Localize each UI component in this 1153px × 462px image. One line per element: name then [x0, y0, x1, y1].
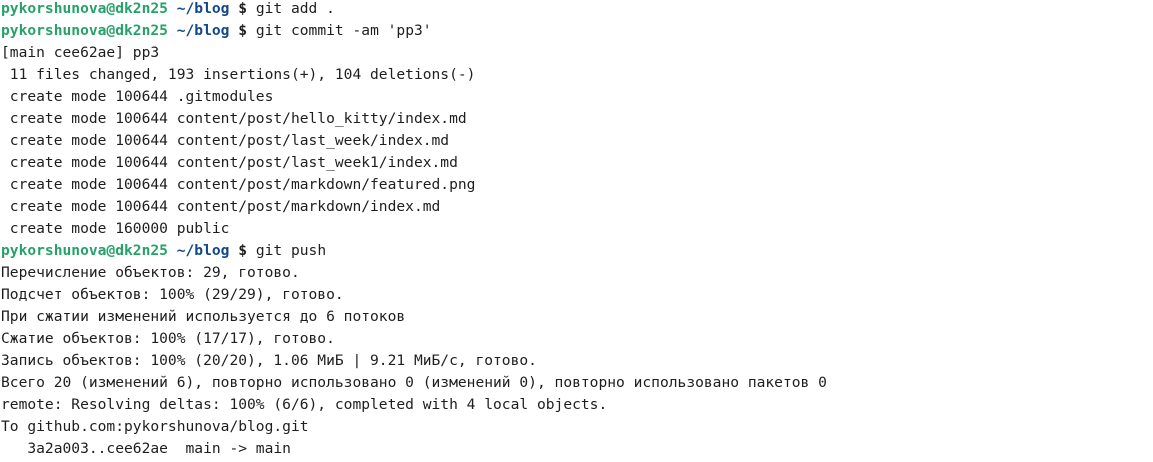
- output-line: При сжатии изменений используется до 6 п…: [1, 308, 406, 325]
- prompt-sign: $: [238, 22, 248, 39]
- output-line: create mode 100644 content/post/last_wee…: [1, 132, 450, 149]
- prompt-path: ~/blog: [176, 242, 230, 259]
- prompt-sign: $: [238, 0, 248, 17]
- command-line: pykorshunova@dk2n25 ~/blog $ git commit …: [1, 22, 1151, 44]
- command-line: pykorshunova@dk2n25 ~/blog $ git add .: [1, 0, 1151, 22]
- prompt-sign: $: [238, 242, 248, 259]
- prompt-user-host: pykorshunova@dk2n25: [1, 242, 168, 259]
- prompt-path: ~/blog: [176, 0, 230, 17]
- output-line: Запись объектов: 100% (20/20), 1.06 МиБ …: [1, 352, 537, 369]
- output-line: [main cee62ae] pp3: [1, 44, 160, 61]
- command-line: pykorshunova@dk2n25 ~/blog $ git push: [1, 242, 1151, 264]
- command-text: git push: [255, 242, 327, 259]
- command-text: git add .: [255, 0, 335, 17]
- terminal-output[interactable]: pykorshunova@dk2n25 ~/blog $ git add . py…: [1, 0, 1151, 457]
- output-line: 3a2a003..cee62ae main -> main: [1, 440, 291, 457]
- command-text: git commit -am 'pp3': [255, 22, 432, 39]
- output-line: Всего 20 (изменений 6), повторно использ…: [1, 374, 827, 391]
- prompt-path: ~/blog: [176, 22, 230, 39]
- output-line: create mode 160000 public: [1, 220, 230, 237]
- output-line: 11 files changed, 193 insertions(+), 104…: [1, 66, 476, 83]
- output-line: create mode 100644 .gitmodules: [1, 88, 274, 105]
- output-line: create mode 100644 content/post/markdown…: [1, 198, 441, 215]
- output-line: create mode 100644 content/post/last_wee…: [1, 154, 458, 171]
- prompt-user-host: pykorshunova@dk2n25: [1, 0, 168, 17]
- output-line: Подсчет объектов: 100% (29/29), готово.: [1, 286, 344, 303]
- output-line: remote: Resolving deltas: 100% (6/6), co…: [1, 396, 608, 413]
- output-line: create mode 100644 content/post/markdown…: [1, 176, 476, 193]
- output-line: To github.com:pykorshunova/blog.git: [1, 418, 309, 435]
- output-line: Сжатие объектов: 100% (17/17), готово.: [1, 330, 335, 347]
- output-line: Перечисление объектов: 29, готово.: [1, 264, 300, 281]
- output-line: create mode 100644 content/post/hello_ki…: [1, 110, 467, 127]
- prompt-user-host: pykorshunova@dk2n25: [1, 22, 168, 39]
